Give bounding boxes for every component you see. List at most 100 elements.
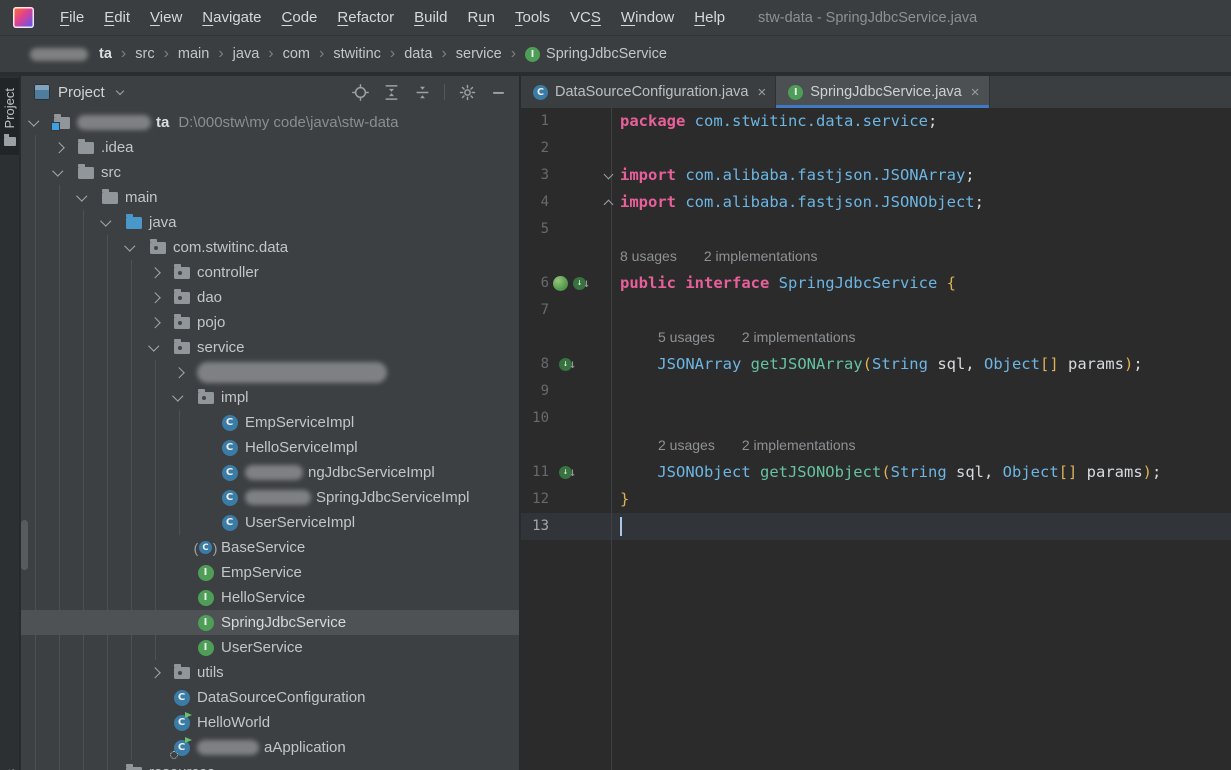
- menu-build[interactable]: Build: [404, 0, 457, 36]
- tree-item-impl[interactable]: impl: [21, 385, 519, 410]
- breadcrumb-item-springjdbcservice[interactable]: I SpringJdbcService: [525, 46, 667, 62]
- tree-item-empserviceimpl[interactable]: C EmpServiceImpl: [21, 410, 519, 435]
- expand-all-icon[interactable]: [382, 83, 400, 101]
- chevron-down-icon[interactable]: [52, 165, 77, 177]
- tree-item-ta[interactable]: ta D:\000stw\my code\java\stw-data: [21, 110, 519, 135]
- tree-item-src[interactable]: src: [21, 160, 519, 185]
- menu-view[interactable]: View: [140, 0, 192, 36]
- tab-datasourceconfiguration.java[interactable]: C DataSourceConfiguration.java ×: [521, 76, 777, 108]
- tree-item-baseservice[interactable]: (C) BaseService: [21, 535, 519, 560]
- chevron-right-icon[interactable]: [173, 367, 197, 378]
- menu-tools[interactable]: Tools: [505, 0, 560, 36]
- chevron-right-icon[interactable]: [149, 267, 173, 278]
- code-line-6[interactable]: 6 ↓ ↓ public interface SpringJdbcService {: [521, 270, 1231, 297]
- code-line-9[interactable]: 9: [521, 378, 1231, 405]
- tree-item-userserviceimpl[interactable]: C UserServiceImpl: [21, 510, 519, 535]
- tree-item-ngjdbcserviceimpl[interactable]: CngJdbcServiceImpl: [21, 460, 519, 485]
- menu-help[interactable]: Help: [684, 0, 735, 36]
- tree-item-helloworld[interactable]: C HelloWorld: [21, 710, 519, 735]
- code-line-4[interactable]: 4 import com.alibaba.fastjson.JSONObject;: [521, 189, 1231, 216]
- tree-item-dao[interactable]: dao: [21, 285, 519, 310]
- code-line-2[interactable]: 2: [521, 135, 1231, 162]
- tree-item-datasourceconfiguration[interactable]: C DataSourceConfiguration: [21, 685, 519, 710]
- tree-item-java[interactable]: java: [21, 210, 519, 235]
- tree-item-.idea[interactable]: .idea: [21, 135, 519, 160]
- chevron-down-icon[interactable]: [115, 86, 124, 96]
- scrollbar-thumb[interactable]: [21, 520, 28, 570]
- project-stripe-tab[interactable]: Project: [0, 78, 19, 156]
- implementations-hint[interactable]: 2 implementations: [742, 329, 856, 345]
- chevron-right-icon[interactable]: [53, 142, 77, 153]
- hide-icon[interactable]: [489, 83, 507, 101]
- close-icon[interactable]: ×: [971, 84, 980, 101]
- tree-item-empservice[interactable]: I EmpService: [21, 560, 519, 585]
- menu-navigate[interactable]: Navigate: [192, 0, 271, 36]
- breadcrumb-item-ta[interactable]: ta: [30, 46, 112, 62]
- tree-item-helloserviceimpl[interactable]: C HelloServiceImpl: [21, 435, 519, 460]
- intellij-logo-icon[interactable]: [13, 7, 34, 28]
- code-area[interactable]: 1 package com.stwitinc.data.service; 2 3 imp…: [521, 108, 1231, 770]
- chevron-down-icon[interactable]: [172, 390, 197, 402]
- spring-bean-icon[interactable]: [553, 276, 568, 291]
- code-line-10[interactable]: 10: [521, 405, 1231, 432]
- fold-marker-icon[interactable]: [603, 162, 614, 189]
- breadcrumb-item-service[interactable]: service: [456, 46, 502, 62]
- close-icon[interactable]: ×: [757, 84, 766, 101]
- collapse-all-icon[interactable]: [413, 83, 431, 101]
- breadcrumb-item-main[interactable]: main: [178, 46, 209, 62]
- tree-item-com.stwitinc.data[interactable]: com.stwitinc.data: [21, 235, 519, 260]
- menu-edit[interactable]: Edit: [94, 0, 140, 36]
- chevron-down-icon[interactable]: [100, 215, 125, 227]
- tree-item-aapplication[interactable]: CaApplication: [21, 735, 519, 760]
- project-panel-title[interactable]: Project: [58, 84, 105, 101]
- locate-icon[interactable]: [351, 83, 369, 101]
- breadcrumb-item-java[interactable]: java: [233, 46, 260, 62]
- chevron-right-icon[interactable]: [149, 292, 173, 303]
- tree-item-pojo[interactable]: pojo: [21, 310, 519, 335]
- settings-icon[interactable]: [458, 83, 476, 101]
- tree-item-resources[interactable]: resources: [21, 760, 519, 770]
- code-line-12[interactable]: 12}: [521, 486, 1231, 513]
- usages-hint[interactable]: 5 usages: [658, 329, 715, 345]
- menu-file[interactable]: File: [50, 0, 94, 36]
- menu-vcs[interactable]: VCS: [560, 0, 611, 36]
- breadcrumb-item-src[interactable]: src: [135, 46, 154, 62]
- menu-code[interactable]: Code: [272, 0, 328, 36]
- chevron-right-icon[interactable]: [149, 667, 173, 678]
- tree-item-springjdbcservice[interactable]: I SpringJdbcService: [21, 610, 519, 635]
- tree-item-springjdbcserviceimpl[interactable]: C SpringJdbcServiceImpl: [21, 485, 519, 510]
- tree-item-utils[interactable]: utils: [21, 660, 519, 685]
- code-line-8[interactable]: 8 ↓ ↓ JSONArray getJSONArray(String sql, O…: [521, 351, 1231, 378]
- menu-run[interactable]: Run: [457, 0, 505, 36]
- tree-item-helloservice[interactable]: I HelloService: [21, 585, 519, 610]
- breadcrumb-item-stwitinc[interactable]: stwitinc: [333, 46, 381, 62]
- code-line-13[interactable]: 13: [521, 513, 1231, 540]
- code-line-11[interactable]: 11 ↓ ↓ JSONObject getJSONObject(String sql…: [521, 459, 1231, 486]
- implementations-hint[interactable]: 2 implementations: [742, 437, 856, 453]
- menu-refactor[interactable]: Refactor: [327, 0, 404, 36]
- chevron-down-icon[interactable]: [76, 190, 101, 202]
- chevron-down-icon[interactable]: [148, 340, 173, 352]
- code-line-3[interactable]: 3 import com.alibaba.fastjson.JSONArray;: [521, 162, 1231, 189]
- fold-marker-icon[interactable]: [603, 189, 614, 216]
- implemented-marker-icon[interactable]: ↓ ↓: [573, 277, 590, 290]
- tree-item-userservice[interactable]: I UserService: [21, 635, 519, 660]
- usages-hint[interactable]: 2 usages: [658, 437, 715, 453]
- code-line-5[interactable]: 5: [521, 216, 1231, 243]
- tree-item-controller[interactable]: controller: [21, 260, 519, 285]
- tree-item-main[interactable]: main: [21, 185, 519, 210]
- implemented-marker-icon[interactable]: ↓ ↓: [559, 358, 576, 371]
- chevron-down-icon[interactable]: [124, 240, 149, 252]
- usages-hint[interactable]: 8 usages: [620, 248, 677, 264]
- menu-window[interactable]: Window: [611, 0, 684, 36]
- implementations-hint[interactable]: 2 implementations: [704, 248, 818, 264]
- chevron-right-icon[interactable]: [149, 317, 173, 328]
- tree-item-redacted[interactable]: [21, 360, 519, 385]
- tab-springjdbcservice.java[interactable]: I SpringJdbcService.java ×: [776, 76, 990, 108]
- code-line-7[interactable]: 7: [521, 297, 1231, 324]
- breadcrumb-item-com[interactable]: com: [283, 46, 310, 62]
- implemented-marker-icon[interactable]: ↓ ↓: [559, 466, 576, 479]
- code-line-1[interactable]: 1 package com.stwitinc.data.service;: [521, 108, 1231, 135]
- breadcrumb-item-data[interactable]: data: [404, 46, 432, 62]
- tree-item-service[interactable]: service: [21, 335, 519, 360]
